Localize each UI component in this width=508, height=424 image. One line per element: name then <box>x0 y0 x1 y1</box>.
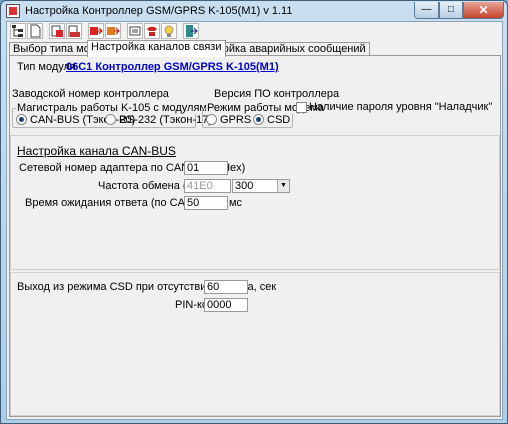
settings-tree-icon[interactable] <box>10 23 26 39</box>
module-type-link[interactable]: 06С1 Контроллер GSM/GPRS K-105(M1) <box>66 61 279 73</box>
baud-rate-select[interactable]: 300 ▼ <box>232 179 290 193</box>
title-bar[interactable]: Настройка Контроллер GSM/GPRS K-105(M1) … <box>1 1 507 21</box>
rs232-radio-label[interactable]: RS-232 (Тэкон-17) <box>119 114 212 126</box>
response-timeout-input[interactable] <box>184 196 228 210</box>
read-device-icon[interactable] <box>66 23 82 39</box>
engineer-password-label[interactable]: Наличие пароля уровня "Наладчик" <box>309 101 492 113</box>
chevron-down-icon[interactable]: ▼ <box>277 180 289 192</box>
maximize-button[interactable]: □ <box>439 2 463 19</box>
window-title: Настройка Контроллер GSM/GPRS K-105(M1) … <box>25 5 293 17</box>
can-bus-radio[interactable] <box>16 114 27 125</box>
phone-icon-glyph <box>147 26 157 36</box>
app-icon <box>6 4 20 18</box>
canbus-section-title: Настройка канала CAN-BUS <box>17 144 176 158</box>
open-file-icon[interactable] <box>49 23 65 39</box>
settings-tree-icon-glyph <box>12 25 23 37</box>
gprs-radio[interactable] <box>206 114 217 125</box>
new-file-icon[interactable] <box>27 23 43 39</box>
message-icon-glyph <box>129 26 141 36</box>
toolbar-separator <box>84 24 85 38</box>
csd-radio[interactable] <box>253 114 264 125</box>
upload-icon[interactable] <box>88 23 104 39</box>
tab-panel: Тип модуля 06С1 Контроллер GSM/GPRS K-10… <box>9 55 501 417</box>
phone-icon[interactable] <box>144 23 160 39</box>
exit-icon[interactable] <box>183 23 199 39</box>
new-file-icon-glyph <box>30 24 41 38</box>
rs232-radio[interactable] <box>105 114 116 125</box>
csd-exit-input[interactable] <box>204 280 248 294</box>
client-area: Выбор типа модуля Настройка каналов связ… <box>6 21 503 420</box>
upload-icon-glyph <box>90 27 103 35</box>
modem-mode-group: Режим работы модема GPRS CSD <box>202 102 326 128</box>
baud-rate-select-value: 300 <box>235 180 254 192</box>
exit-icon-glyph <box>186 25 198 37</box>
lightbulb-icon[interactable] <box>161 23 177 39</box>
message-icon[interactable] <box>127 23 143 39</box>
interface-group: Магистраль работы K-105 с модулями CAN-B… <box>12 102 215 128</box>
download-icon[interactable] <box>105 23 121 39</box>
close-button[interactable]: ✕ <box>463 2 504 19</box>
open-file-icon-glyph <box>51 25 63 37</box>
tab-channel-settings[interactable]: Настройка каналов связи <box>87 40 226 57</box>
toolbar-separator <box>45 24 46 38</box>
tab-strip: Выбор типа модуля Настройка каналов связ… <box>7 40 502 57</box>
interface-group-caption: Магистраль работы K-105 с модулями <box>16 102 215 114</box>
csd-settings-panel: Выход из режима CSD при отсутствии обмен… <box>10 272 500 416</box>
pin-code-input[interactable] <box>204 298 248 312</box>
download-icon-glyph <box>107 27 120 35</box>
minimize-button[interactable]: — <box>414 2 439 19</box>
app-window: Настройка Контроллер GSM/GPRS K-105(M1) … <box>0 0 508 424</box>
read-device-icon-glyph <box>68 25 80 37</box>
modem-mode-group-caption: Режим работы модема <box>206 102 326 114</box>
toolbar-separator <box>123 24 124 38</box>
lightbulb-icon-glyph <box>164 25 174 37</box>
engineer-password-checkbox[interactable] <box>296 102 307 113</box>
canbus-settings-panel: Настройка канала CAN-BUS Сетевой номер а… <box>10 135 500 270</box>
gprs-radio-label[interactable]: GPRS <box>220 114 251 126</box>
baud-rate-disabled-input <box>184 179 231 193</box>
adapter-address-input[interactable] <box>184 161 228 175</box>
serial-number-label: Заводской номер контроллера <box>12 88 169 100</box>
firmware-version-label: Версия ПО контроллера <box>214 88 340 100</box>
toolbar <box>7 22 502 40</box>
csd-radio-label[interactable]: CSD <box>267 114 290 126</box>
toolbar-separator <box>179 24 180 38</box>
